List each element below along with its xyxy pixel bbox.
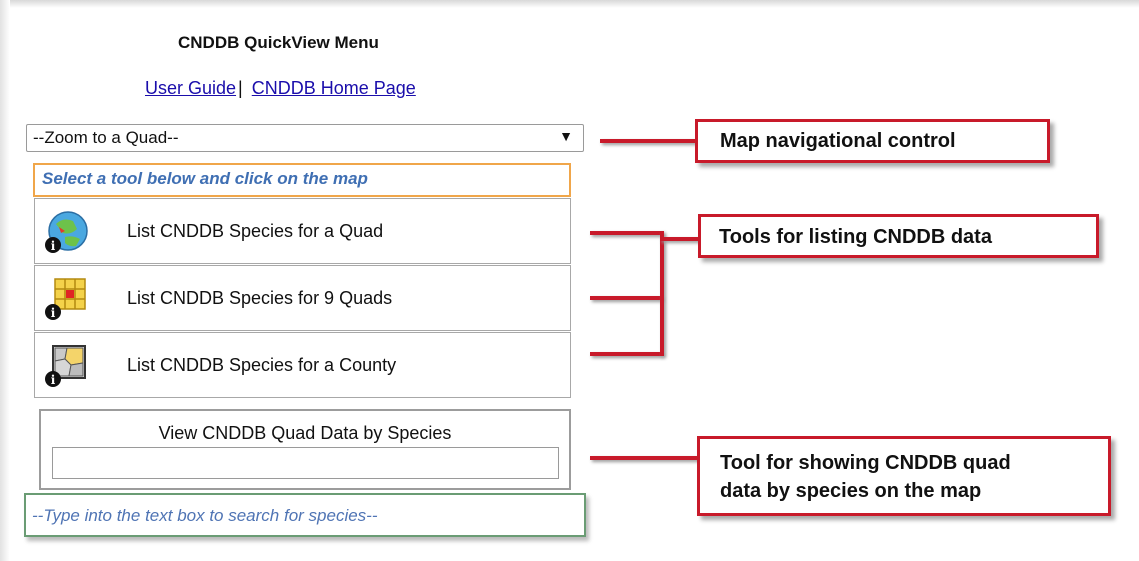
link-separator: | <box>238 78 243 98</box>
nine-grid-info-icon: i <box>45 278 86 320</box>
callout-connector <box>590 296 662 300</box>
tool-species-county-button[interactable]: i List CNDDB Species for a County <box>34 332 571 398</box>
callout-listing-tools: Tools for listing CNDDB data <box>698 214 1099 258</box>
species-search-input[interactable] <box>52 447 559 479</box>
species-search-hint: --Type into the text box to search for s… <box>24 493 586 537</box>
user-guide-link[interactable]: User Guide <box>145 78 236 98</box>
menu-links: User Guide | CNDDB Home Page <box>145 78 416 99</box>
callout-species-line-2: data by species on the map <box>720 480 982 502</box>
cnddb-home-link[interactable]: CNDDB Home Page <box>252 78 416 98</box>
tool-species-quad-button[interactable]: i List CNDDB Species for a Quad <box>34 198 571 264</box>
county-map-info-icon: i <box>45 345 86 387</box>
callout-species-line-1: Tool for showing CNDDB quad <box>720 452 1011 474</box>
callout-connector <box>600 139 697 143</box>
callout-connector <box>590 456 700 460</box>
callout-connector <box>660 237 700 241</box>
svg-text:i: i <box>51 239 56 253</box>
species-search-panel: View CNDDB Quad Data by Species <box>39 409 571 490</box>
svg-text:i: i <box>51 373 56 387</box>
species-search-label: View CNDDB Quad Data by Species <box>158 423 452 443</box>
tool-label: List CNDDB Species for 9 Quads <box>127 288 393 308</box>
window-left-edge <box>0 0 10 561</box>
svg-text:i: i <box>51 306 56 320</box>
tool-label: List CNDDB Species for a Quad <box>127 221 384 241</box>
callout-connector <box>590 231 662 235</box>
callout-navigation: Map navigational control <box>695 119 1050 163</box>
dropdown-arrow-icon: ▼ <box>559 128 573 144</box>
callout-species-tool: Tool for showing CNDDB quad data by spec… <box>697 436 1111 516</box>
tool-label: List CNDDB Species for a County <box>127 355 397 375</box>
callout-connector <box>590 352 662 356</box>
zoom-to-quad-select[interactable]: --Zoom to a Quad-- ▼ <box>26 124 584 152</box>
tool-instruction: Select a tool below and click on the map <box>33 163 571 197</box>
tool-species-9-quads-button[interactable]: i List CNDDB Species for 9 Quads <box>34 265 571 331</box>
globe-info-icon: i <box>45 211 88 253</box>
callout-bracket <box>660 231 664 356</box>
zoom-select-value: --Zoom to a Quad-- <box>33 128 179 147</box>
menu-title: CNDDB QuickView Menu <box>178 33 379 52</box>
window-top-edge <box>0 0 1139 8</box>
